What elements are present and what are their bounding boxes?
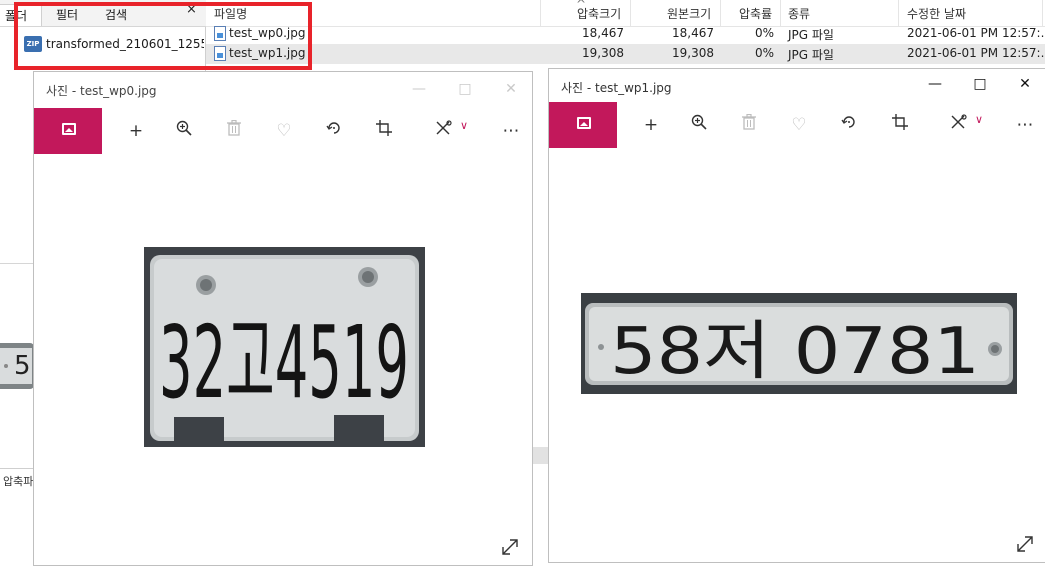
file-ratio: 0% (754, 46, 774, 60)
edit-draw-icon[interactable] (947, 114, 971, 136)
file-type: JPG 파일 (788, 48, 834, 62)
file-compressed-size: 19,308 (582, 46, 624, 60)
image-icon (577, 117, 591, 129)
crop-icon[interactable] (888, 114, 912, 136)
column-header-type[interactable]: 종류 (788, 5, 810, 22)
photo-viewer-window-left[interactable]: 사진 - test_wp0.jpg — □ ✕ + ♡ ∨ ⋯ 32고4519 (33, 71, 533, 566)
maximize-button[interactable]: □ (450, 78, 480, 100)
file-modified: 2021-06-01 PM 12:57:... (907, 26, 1045, 40)
plate-fragment-text: 5 (0, 348, 32, 384)
close-button[interactable]: ✕ (1010, 73, 1040, 95)
bottom-pane: 압축파 (0, 468, 34, 560)
chevron-down-icon[interactable]: ∨ (975, 113, 983, 126)
minimize-button[interactable]: — (920, 73, 950, 95)
file-modified: 2021-06-01 PM 12:57:... (907, 46, 1045, 60)
add-icon[interactable]: + (639, 114, 663, 136)
file-row-selected[interactable]: test_wp1.jpg 19,308 19,308 0% JPG 파일 202… (206, 44, 1045, 64)
heart-icon[interactable]: ♡ (787, 114, 811, 136)
zoom-in-icon[interactable] (687, 114, 711, 136)
minimize-button[interactable]: — (404, 78, 434, 100)
plate-number-text: 58저 0781 (610, 315, 980, 389)
bottom-pane-label: 압축파 (3, 475, 34, 488)
column-divider[interactable] (540, 0, 541, 27)
delete-icon[interactable] (737, 114, 761, 136)
column-header-ratio[interactable]: 압축률 (739, 5, 772, 22)
column-header-compressed-size[interactable]: 압축크기 (577, 5, 621, 22)
close-button[interactable]: ✕ (496, 78, 526, 100)
heart-icon[interactable]: ♡ (272, 120, 296, 142)
edit-draw-icon[interactable] (432, 120, 456, 142)
photo-view-button[interactable] (34, 108, 102, 154)
file-type: JPG 파일 (788, 28, 834, 42)
column-header-modified[interactable]: 수정한 날짜 (907, 5, 966, 22)
rotate-icon[interactable] (322, 120, 346, 142)
fullscreen-expand-icon[interactable] (1015, 534, 1035, 554)
title-bar[interactable]: 사진 - test_wp1.jpg — □ ✕ (549, 69, 1045, 105)
photo-toolbar: + ♡ ∨ ⋯ (549, 102, 1045, 148)
window-title: 사진 - test_wp0.jpg (46, 84, 157, 98)
photo-view-button[interactable] (549, 102, 617, 148)
chevron-down-icon[interactable]: ∨ (460, 119, 468, 132)
column-header-original-size[interactable]: 원본크기 (667, 5, 711, 22)
file-ratio: 0% (754, 26, 774, 40)
maximize-button[interactable]: □ (965, 73, 995, 95)
column-divider[interactable] (898, 0, 899, 27)
column-divider[interactable] (720, 0, 721, 27)
photo-toolbar: + ♡ ∨ ⋯ (34, 108, 532, 154)
rotate-icon[interactable] (837, 114, 861, 136)
photo-viewer-window-right[interactable]: 사진 - test_wp1.jpg — □ ✕ + ♡ ∨ ⋯ 58저 0781 (548, 68, 1045, 563)
image-icon (62, 123, 76, 135)
window-title: 사진 - test_wp1.jpg (561, 81, 672, 95)
zoom-in-icon[interactable] (172, 120, 196, 142)
column-divider[interactable] (1042, 0, 1043, 27)
add-icon[interactable]: + (124, 120, 148, 142)
crop-icon[interactable] (372, 120, 396, 142)
more-options-icon[interactable]: ⋯ (499, 120, 523, 142)
more-options-icon[interactable]: ⋯ (1013, 114, 1037, 136)
file-row[interactable]: test_wp0.jpg 18,467 18,467 0% JPG 파일 202… (206, 24, 1045, 44)
title-bar[interactable]: 사진 - test_wp0.jpg — □ ✕ (34, 72, 532, 108)
annotation-highlight-box (14, 2, 312, 70)
column-divider[interactable] (780, 0, 781, 27)
plate-image-fragment: 5 (0, 343, 34, 389)
file-list-header: ^ 파일명 압축크기 원본크기 압축률 종류 수정한 날짜 (206, 0, 1045, 27)
fullscreen-expand-icon[interactable] (500, 537, 520, 557)
file-original-size: 19,308 (672, 46, 714, 60)
column-divider[interactable] (630, 0, 631, 27)
license-plate-image: 32고4519 (144, 247, 425, 447)
delete-icon[interactable] (222, 120, 246, 142)
file-original-size: 18,467 (672, 26, 714, 40)
license-plate-image: 58저 0781 (581, 293, 1017, 394)
plate-number-text: 32고4519 (159, 304, 409, 421)
background-panel (532, 464, 548, 560)
file-compressed-size: 18,467 (582, 26, 624, 40)
